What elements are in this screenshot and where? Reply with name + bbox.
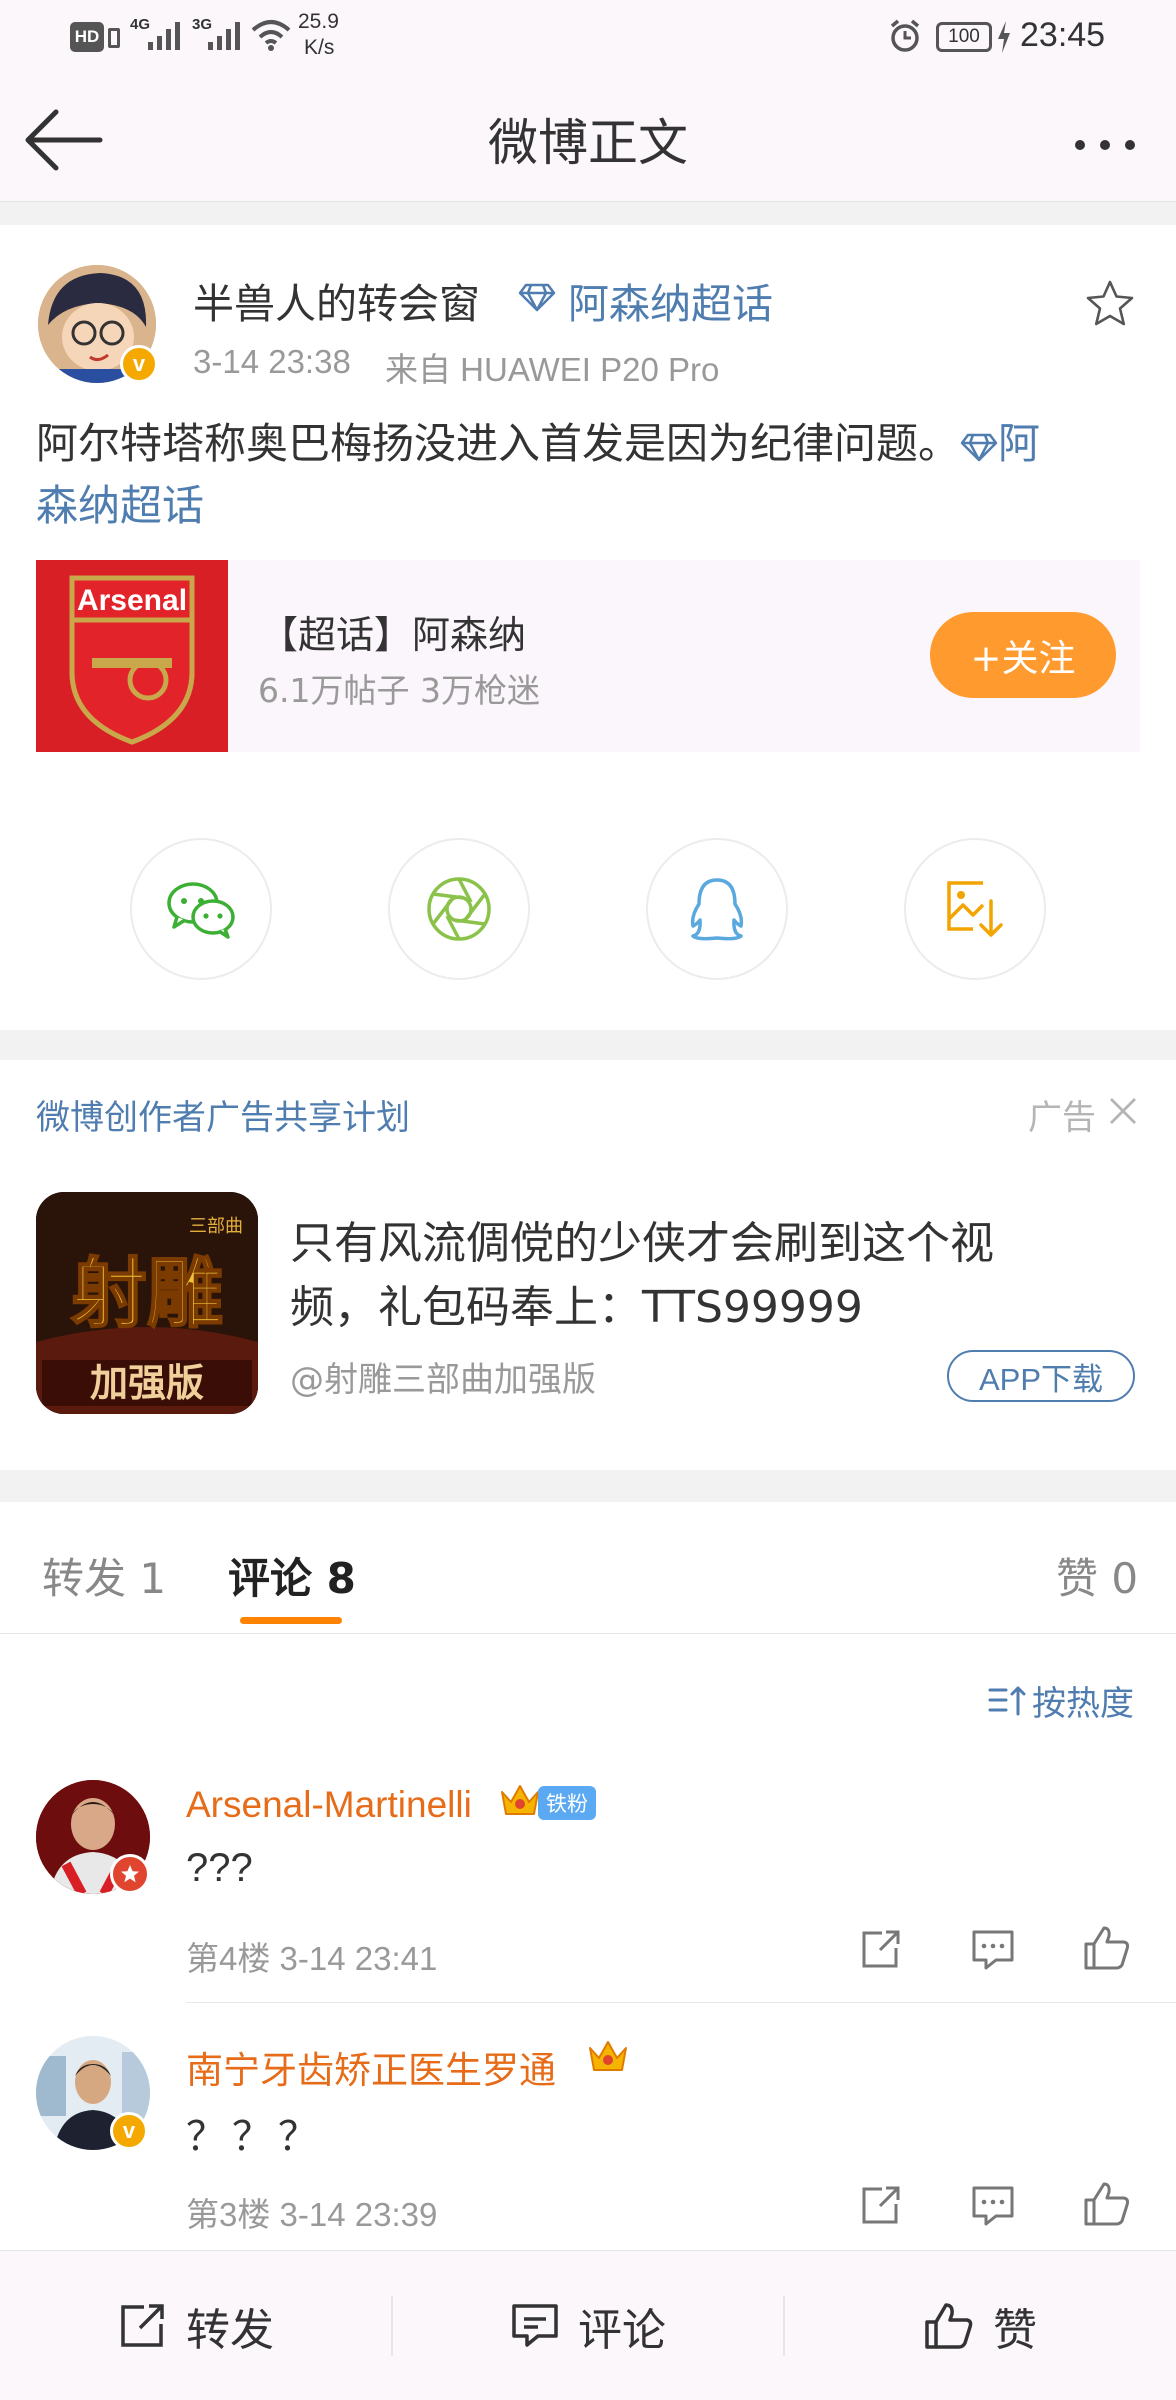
sort-button[interactable]: 按热度	[988, 1676, 1134, 1725]
page-title: 微博正文	[488, 114, 688, 172]
comment-icon	[512, 2304, 558, 2347]
app-download-button[interactable]: APP下载	[947, 1350, 1135, 1402]
save-image-icon	[947, 881, 1003, 937]
active-tab-indicator	[240, 1617, 342, 1624]
save-image-button[interactable]	[904, 838, 1046, 980]
comment-share-button[interactable]	[858, 2184, 902, 2228]
status-bar: HD 4G 3G 25.9 K/s 100 23:45	[0, 0, 1176, 75]
ad-source[interactable]: @射雕三部曲加强版	[290, 1352, 596, 1401]
inline-topic-link-part2[interactable]: 森纳超话	[36, 475, 204, 537]
star-icon	[1086, 280, 1134, 326]
ad-icon-small-text: 三部曲	[189, 1216, 243, 1237]
thumbs-up-icon	[1084, 1926, 1130, 1970]
topic-card-stats: 6.1万帖子 3万枪迷	[258, 671, 540, 710]
alarm-icon	[888, 18, 922, 54]
comment-like-button[interactable]	[1082, 1924, 1132, 1972]
comment-meta: 第3楼 3-14 23:39	[186, 2196, 438, 2233]
share-icon	[862, 2186, 900, 2224]
share-moments-button[interactable]	[388, 838, 530, 980]
close-icon	[1110, 1098, 1136, 1124]
commenter-name[interactable]: Arsenal-Martinelli	[186, 1784, 472, 1826]
comment-divider	[186, 2002, 1176, 2003]
moments-aperture-icon	[427, 877, 491, 941]
share-qq-button[interactable]	[646, 838, 788, 980]
crown-icon	[586, 2036, 630, 2076]
comment-button[interactable]: 评论	[392, 2251, 784, 2400]
ad-title-line2[interactable]: 频，礼包码奉上：TTS99999	[290, 1276, 863, 1340]
verified-badge-icon: v	[110, 2112, 148, 2150]
inline-topic-diamond-icon	[960, 432, 998, 462]
comment-reply-button[interactable]	[970, 2184, 1016, 2228]
comment-text: ???	[186, 1846, 253, 1890]
comment-icon	[972, 2186, 1014, 2226]
thumbs-up-icon	[925, 2303, 973, 2349]
thumbs-up-icon	[1084, 2182, 1130, 2226]
signal-4g-icon	[146, 20, 184, 52]
comment-text: ？？？	[186, 2115, 324, 2159]
ad-title-line1[interactable]: 只有风流倜傥的少侠才会刷到这个视	[290, 1212, 994, 1276]
sort-label: 按热度	[1032, 1684, 1134, 1724]
comment-like-button[interactable]	[1082, 2180, 1132, 2228]
more-button[interactable]	[1060, 125, 1150, 165]
repost-icon	[121, 2304, 164, 2347]
ad-plan-link[interactable]: 微博创作者广告共享计划	[36, 1090, 410, 1139]
sim-icon	[108, 28, 120, 48]
comment-share-button[interactable]	[858, 1928, 902, 1972]
post-text: 阿尔特塔称奥巴梅扬没进入首发是因为纪律问题。	[36, 419, 961, 468]
battery-icon: 100	[936, 22, 992, 52]
weibo-post-screen: HD 4G 3G 25.9 K/s 100 23:45 微博正文 v 半兽人的转…	[0, 0, 1176, 2400]
super-topic-diamond-icon	[518, 282, 556, 312]
comment-label: 评论	[578, 2305, 666, 2356]
signal-3g-icon	[206, 20, 244, 52]
like-button[interactable]: 赞	[784, 2251, 1176, 2400]
tab-comment[interactable]: 评论 8	[228, 1545, 356, 1606]
share-icon	[862, 1930, 900, 1968]
follow-button[interactable]: +关注	[930, 612, 1116, 698]
topic-card-title: 【超话】阿森纳	[260, 613, 527, 657]
sort-icon	[988, 1686, 1026, 1715]
more-dots-icon	[1075, 140, 1135, 150]
repost-button[interactable]: 转发	[0, 2251, 392, 2400]
battery-level: 100	[948, 26, 980, 47]
charging-icon	[996, 20, 1012, 54]
commenter-name[interactable]: 南宁牙齿矫正医生罗通	[186, 2040, 556, 2094]
ad-icon-main-text: 射雕	[71, 1249, 223, 1338]
inline-topic-link-part1[interactable]: 阿	[998, 419, 1040, 468]
net-speed-unit: K/s	[304, 36, 335, 59]
post-text-line1: 阿尔特塔称奥巴梅扬没进入首发是因为纪律问题。阿	[36, 413, 1146, 475]
qq-penguin-icon	[690, 878, 744, 941]
verified-badge-icon: v	[120, 345, 158, 383]
comment-reply-button[interactable]	[970, 1928, 1016, 1972]
member-star-badge-icon	[110, 1854, 150, 1894]
like-label: 赞	[993, 2305, 1037, 2356]
favorite-star-button[interactable]	[1084, 278, 1136, 330]
ad-app-icon[interactable]: 射雕 三部曲 加强版	[36, 1192, 258, 1414]
share-wechat-button[interactable]	[130, 838, 272, 980]
post-source: 来自 HUAWEI P20 Pro	[385, 351, 720, 388]
repost-label: 转发	[186, 2305, 274, 2356]
author-name[interactable]: 半兽人的转会窗	[193, 270, 480, 330]
arsenal-logo: Arsenal	[36, 560, 228, 752]
crown-icon	[498, 1780, 542, 1820]
tab-like[interactable]: 赞 0	[1056, 1545, 1138, 1606]
comment-meta: 第4楼 3-14 23:41	[186, 1940, 438, 1977]
post-time: 3-14 23:38	[193, 343, 351, 380]
ad-close-button[interactable]	[1106, 1094, 1140, 1128]
arsenal-logo-text: Arsenal	[77, 584, 187, 617]
ad-icon-sub-text: 加强版	[90, 1360, 204, 1405]
tabs-divider	[0, 1633, 1176, 1634]
fan-level-badge: 铁粉	[538, 1786, 596, 1820]
wifi-icon	[250, 18, 292, 52]
ad-label: 广告	[1028, 1098, 1096, 1138]
comment-icon	[972, 1930, 1014, 1970]
author-topic-link[interactable]: 阿森纳超话	[568, 270, 773, 330]
clock-time: 23:45	[1020, 16, 1106, 54]
net-speed-value: 25.9	[298, 10, 339, 33]
nav-bar: 微博正文	[0, 75, 1176, 202]
tab-repost[interactable]: 转发 1	[42, 1545, 166, 1606]
bottom-action-bar: 转发 评论 赞	[0, 2250, 1176, 2400]
wechat-icon	[167, 882, 235, 939]
hd-icon: HD	[70, 22, 104, 52]
comments-card	[0, 1502, 1176, 2250]
